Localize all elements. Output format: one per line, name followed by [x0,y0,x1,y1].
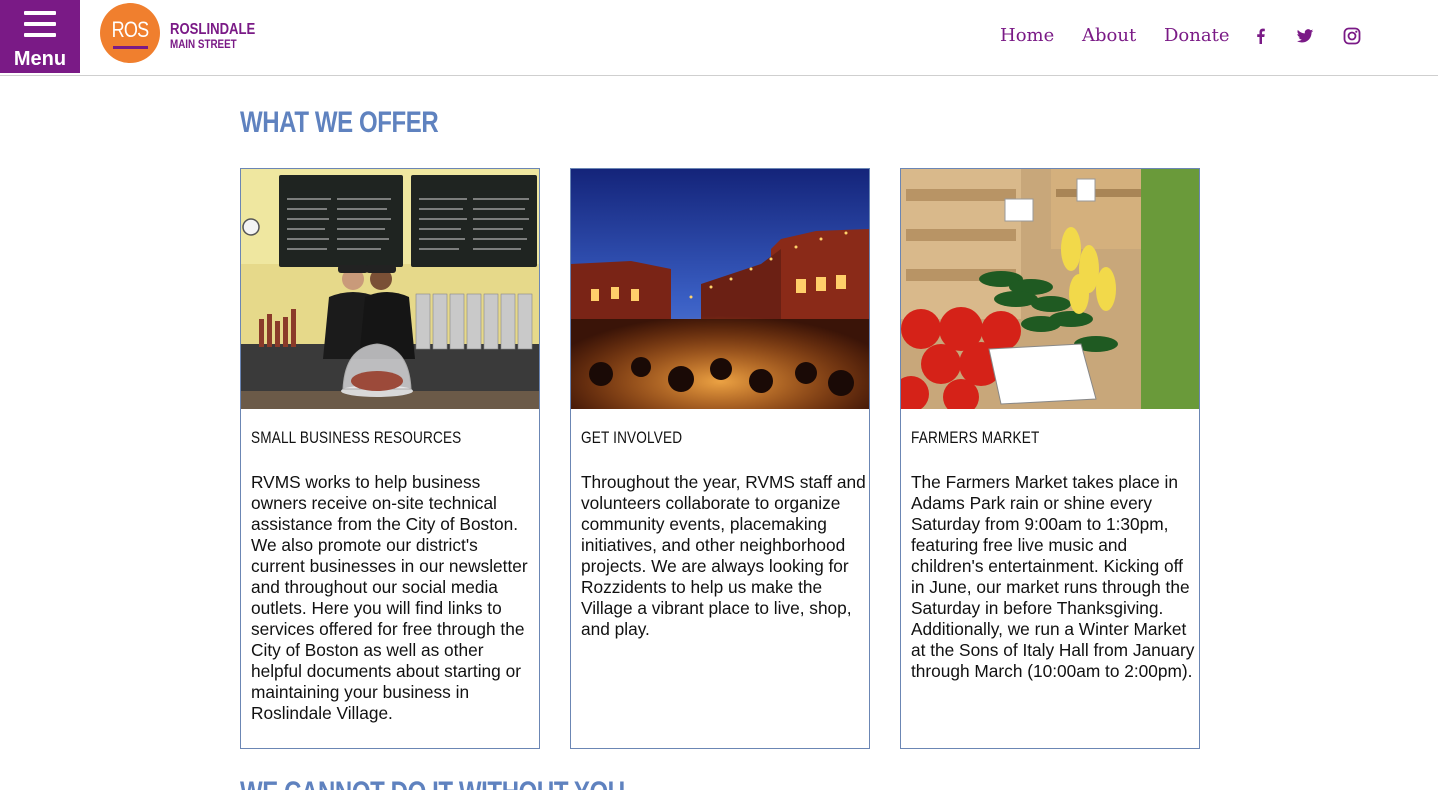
card-farmers-market[interactable]: FARMERS MARKET The Farmers Market takes … [900,168,1200,749]
card-title: SMALL BUSINESS RESOURCES [251,428,462,447]
facebook-icon[interactable] [1252,27,1270,45]
card-small-business-resources[interactable]: SMALL BUSINESS RESOURCES RVMS works to h… [240,168,540,749]
night-event-photo [571,169,869,409]
logo-badge: ROS [100,3,160,63]
farmers-market-photo [901,169,1199,409]
menu-button[interactable]: Menu [0,0,80,73]
hamburger-icon [24,11,56,37]
card-body: The Farmers Market takes place in Adams … [911,472,1195,681]
section-title: WHAT WE OFFER [240,106,439,139]
card-body: RVMS works to help business owners recei… [251,472,528,723]
coffee-shop-photo [241,169,539,409]
logo-line-1: ROSLINDALE [170,21,256,38]
logo-wordmark: ROSLINDALE MAIN STREET [170,21,274,51]
menu-label: Menu [13,48,67,70]
site-header: Menu ROS ROSLINDALE MAIN STREET Home Abo… [0,0,1438,76]
twitter-icon[interactable] [1296,27,1314,45]
logo-underline [113,46,148,49]
logo-abbr: ROS [111,17,149,42]
section-title-secondary: WE CANNOT DO IT WITHOUT YOU [240,776,625,790]
nav-home[interactable]: Home [1000,24,1054,48]
card-title: FARMERS MARKET [911,428,1040,447]
logo-line-2: MAIN STREET [170,37,237,51]
nav-donate[interactable]: Donate [1164,24,1229,48]
card-title: GET INVOLVED [581,428,683,447]
nav-about[interactable]: About [1082,24,1136,48]
card-get-involved[interactable]: GET INVOLVED Throughout the year, RVMS s… [570,168,870,749]
instagram-icon[interactable] [1343,27,1361,45]
card-body: Throughout the year, RVMS staff and volu… [581,472,866,639]
